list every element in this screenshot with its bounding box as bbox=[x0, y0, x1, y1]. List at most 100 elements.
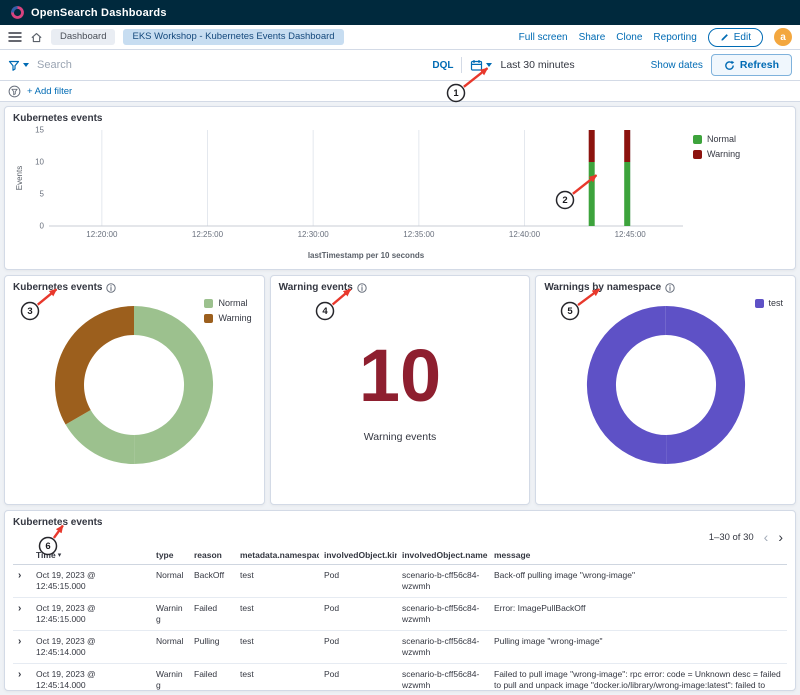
donut-slice-test[interactable] bbox=[587, 306, 666, 464]
legend-label: Warning bbox=[707, 149, 740, 159]
panel-row: Kubernetes events Normal Warning Warning … bbox=[4, 275, 796, 505]
refresh-button[interactable]: Refresh bbox=[711, 54, 792, 76]
svg-text:12:40:00: 12:40:00 bbox=[509, 230, 541, 239]
chevron-down-icon bbox=[486, 63, 492, 67]
cell-type: Warning bbox=[151, 598, 189, 631]
panel-title[interactable]: Warnings by namespace bbox=[544, 282, 661, 293]
svg-text:15: 15 bbox=[35, 126, 44, 135]
legend-item-normal[interactable]: Normal bbox=[204, 298, 251, 308]
legend-item-normal[interactable]: Normal bbox=[693, 134, 779, 144]
cell-kind: Pod bbox=[319, 598, 397, 631]
full-screen-link[interactable]: Full screen bbox=[519, 32, 568, 43]
expand-row-icon[interactable]: › bbox=[18, 669, 21, 680]
cell-reason: Failed bbox=[189, 664, 235, 691]
opensearch-logo-icon[interactable] bbox=[10, 5, 25, 20]
svg-text:12:45:00: 12:45:00 bbox=[615, 230, 647, 239]
svg-text:Events: Events bbox=[15, 166, 24, 190]
cell-reason: Pulling bbox=[189, 631, 235, 664]
time-range-value[interactable]: Last 30 minutes bbox=[500, 59, 574, 71]
panel-title[interactable]: Kubernetes events bbox=[13, 517, 787, 528]
legend-item-test[interactable]: test bbox=[755, 298, 784, 308]
expand-row-icon[interactable]: › bbox=[18, 570, 21, 581]
query-bar: DQL Last 30 minutes Show dates Refresh bbox=[0, 50, 800, 81]
calendar-icon bbox=[470, 59, 483, 71]
legend-swatch bbox=[204, 299, 213, 308]
bar-segment-warning[interactable] bbox=[624, 130, 630, 162]
app-title: OpenSearch Dashboards bbox=[31, 7, 167, 19]
home-icon[interactable] bbox=[30, 31, 43, 44]
info-icon[interactable] bbox=[665, 283, 675, 293]
cell-namespace: test bbox=[235, 631, 319, 664]
cell-namespace: test bbox=[235, 565, 319, 598]
column-header-involvedobject-kind[interactable]: involvedObject.kind bbox=[319, 546, 397, 565]
legend-item-warning[interactable]: Warning bbox=[693, 149, 779, 159]
search-input[interactable] bbox=[37, 59, 424, 71]
add-filter-button[interactable]: + Add filter bbox=[27, 86, 72, 97]
donut-chart-area bbox=[544, 301, 787, 469]
legend-label: Normal bbox=[707, 134, 736, 144]
metric-chart-area: 10 Warning events bbox=[279, 283, 522, 498]
filter-options-icon[interactable] bbox=[8, 85, 21, 98]
events-donut-chart bbox=[50, 301, 218, 469]
svg-text:lastTimestamp per 10 seconds: lastTimestamp per 10 seconds bbox=[308, 251, 425, 260]
cell-message: Back-off pulling image "wrong-image" bbox=[489, 565, 787, 598]
donut-slice-test[interactable] bbox=[666, 306, 745, 464]
legend-swatch bbox=[755, 299, 764, 308]
reporting-link[interactable]: Reporting bbox=[653, 32, 696, 43]
donut-slice-normal[interactable] bbox=[134, 306, 213, 464]
table-row: ›Oct 19, 2023 @ 12:45:15.000NormalBackOf… bbox=[13, 565, 787, 598]
refresh-icon bbox=[724, 60, 735, 71]
bar-segment-normal[interactable] bbox=[624, 162, 630, 226]
cell-reason: Failed bbox=[189, 598, 235, 631]
info-icon[interactable] bbox=[106, 283, 116, 293]
cell-time: Oct 19, 2023 @ 12:45:15.000 bbox=[31, 565, 151, 598]
events-table: Time▾typereasonmetadata.namespaceinvolve… bbox=[13, 546, 787, 691]
breadcrumb-current-dashboard[interactable]: EKS Workshop - Kubernetes Events Dashboa… bbox=[123, 29, 343, 45]
table-row: ›Oct 19, 2023 @ 12:45:15.000WarningFaile… bbox=[13, 598, 787, 631]
cell-type: Normal bbox=[151, 565, 189, 598]
query-language-button[interactable]: DQL bbox=[432, 60, 453, 71]
expand-row-icon[interactable]: › bbox=[18, 636, 21, 647]
next-page-button[interactable]: › bbox=[778, 530, 783, 544]
share-link[interactable]: Share bbox=[579, 32, 606, 43]
panel-title[interactable]: Kubernetes events bbox=[13, 113, 787, 124]
legend-label: test bbox=[769, 298, 784, 308]
panel-kubernetes-events-table: Kubernetes events 1–30 of 30 ‹ › Time▾ty… bbox=[4, 510, 796, 691]
svg-text:12:20:00: 12:20:00 bbox=[86, 230, 118, 239]
column-header-message[interactable]: message bbox=[489, 546, 787, 565]
column-header-time[interactable]: Time▾ bbox=[31, 546, 151, 565]
cell-kind: Pod bbox=[319, 664, 397, 691]
calendar-dropdown-button[interactable] bbox=[470, 59, 492, 71]
legend-item-warning[interactable]: Warning bbox=[204, 313, 251, 323]
clone-link[interactable]: Clone bbox=[616, 32, 642, 43]
app-header: OpenSearch Dashboards bbox=[0, 0, 800, 25]
menu-icon[interactable] bbox=[8, 31, 22, 43]
svg-text:10: 10 bbox=[35, 158, 44, 167]
donut-slice-warning[interactable] bbox=[55, 306, 134, 425]
sort-desc-icon: ▾ bbox=[58, 552, 62, 559]
expand-row-icon[interactable]: › bbox=[18, 603, 21, 614]
bar-segment-warning[interactable] bbox=[589, 130, 595, 162]
column-header-metadata-namespace[interactable]: metadata.namespace bbox=[235, 546, 319, 565]
bar-segment-normal[interactable] bbox=[589, 162, 595, 226]
column-header-reason[interactable]: reason bbox=[189, 546, 235, 565]
previous-page-button[interactable]: ‹ bbox=[764, 530, 769, 544]
refresh-label: Refresh bbox=[740, 59, 779, 71]
cell-type: Normal bbox=[151, 631, 189, 664]
edit-button[interactable]: Edit bbox=[708, 28, 763, 47]
opensearch-dashboards: OpenSearch Dashboards Dashboard EKS Work… bbox=[0, 0, 800, 695]
column-header-type[interactable]: type bbox=[151, 546, 189, 565]
breadcrumb-dashboard[interactable]: Dashboard bbox=[51, 29, 115, 45]
dashboard-grid: Kubernetes events 12:20:0012:25:0012:30:… bbox=[0, 102, 800, 695]
column-header-involvedobject-name[interactable]: involvedObject.name bbox=[397, 546, 489, 565]
panel-title[interactable]: Kubernetes events bbox=[13, 282, 102, 293]
metric-label: Warning events bbox=[364, 431, 437, 443]
nav-actions: Full screen Share Clone Reporting Edit a bbox=[519, 28, 792, 47]
pagination-range: 1–30 of 30 bbox=[709, 532, 754, 543]
avatar[interactable]: a bbox=[774, 28, 792, 46]
cell-message: Failed to pull image "wrong-image": rpc … bbox=[489, 664, 787, 691]
show-dates-link[interactable]: Show dates bbox=[651, 60, 703, 71]
cell-namespace: test bbox=[235, 598, 319, 631]
saved-query-menu-button[interactable] bbox=[8, 60, 29, 71]
legend-swatch bbox=[693, 135, 702, 144]
